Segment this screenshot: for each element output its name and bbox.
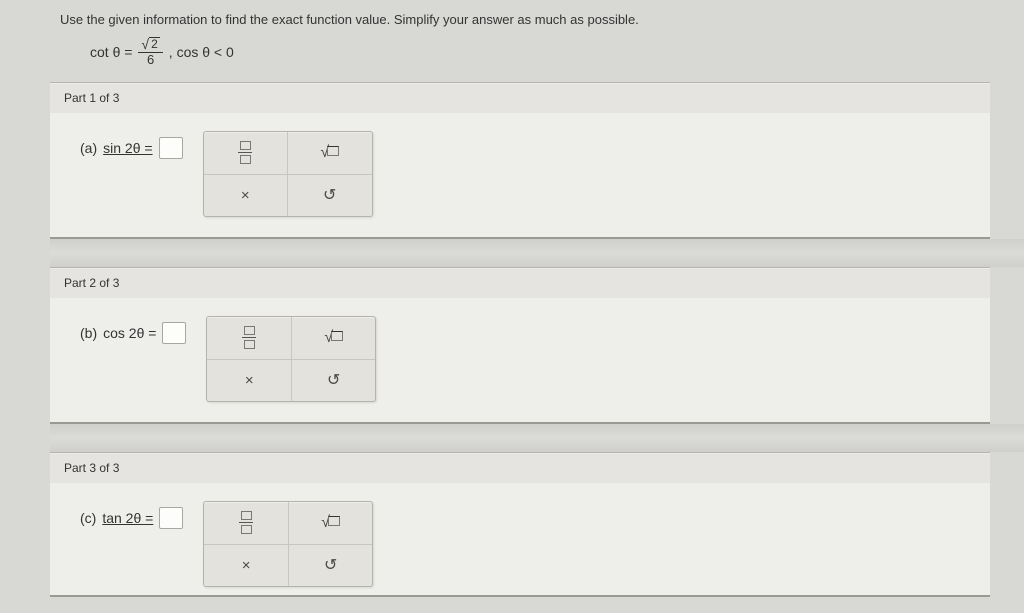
given-condition: , cos θ < 0 (169, 44, 234, 60)
close-button[interactable]: × (207, 360, 291, 401)
part-1-header: Part 1 of 3 (50, 82, 990, 113)
symbol-palette: √ × ↻ (203, 131, 373, 217)
undo-button[interactable]: ↻ (288, 545, 373, 586)
part-3-header: Part 3 of 3 (50, 452, 990, 483)
fraction-button[interactable] (204, 502, 288, 544)
part-3-body: (c) tan 2θ = √ × ↻ (50, 483, 990, 597)
symbol-palette: √ × ↻ (206, 316, 376, 402)
given-fraction: √2 6 (138, 37, 162, 68)
symbol-palette: √ × ↻ (203, 501, 373, 587)
divider (50, 424, 1024, 452)
instruction-text: Use the given information to find the ex… (60, 12, 1024, 27)
undo-button[interactable]: ↻ (291, 360, 376, 401)
undo-icon: ↻ (323, 185, 336, 205)
given-equation: cot θ = √2 6 , cos θ < 0 (90, 37, 1024, 68)
close-button[interactable]: × (204, 175, 288, 216)
part-2-body: (b) cos 2θ = √ × ↻ (50, 298, 990, 424)
undo-icon: ↻ (327, 370, 340, 390)
sqrt-button[interactable]: √ (288, 502, 373, 544)
undo-button[interactable]: ↻ (287, 175, 372, 216)
divider (50, 239, 1024, 267)
part-2-header: Part 2 of 3 (50, 267, 990, 298)
sqrt-button[interactable]: √ (287, 132, 372, 174)
undo-icon: ↻ (324, 555, 337, 575)
part-3-prompt: (c) tan 2θ = (80, 501, 183, 529)
fraction-button[interactable] (207, 317, 291, 359)
fraction-button[interactable] (204, 132, 288, 174)
answer-input[interactable] (159, 507, 183, 529)
part-1-body: (a) sin 2θ = √ × ↻ (50, 113, 990, 239)
close-button[interactable]: × (204, 545, 288, 586)
sqrt-button[interactable]: √ (291, 317, 376, 359)
answer-input[interactable] (159, 137, 183, 159)
part-1-prompt: (a) sin 2θ = (80, 131, 183, 159)
part-2-prompt: (b) cos 2θ = (80, 316, 186, 344)
answer-input[interactable] (162, 322, 186, 344)
given-lhs: cot θ = (90, 44, 132, 60)
